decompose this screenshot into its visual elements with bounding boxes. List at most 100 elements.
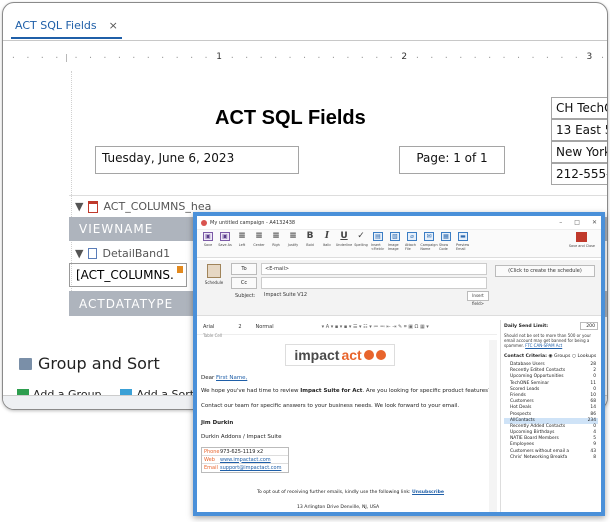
optout-line: To opt out of receiving further emails, … xyxy=(257,490,444,495)
contact-group-count: 8 xyxy=(593,454,596,460)
contact-group-list: Database Users 28 Recently Edited Contacts… xyxy=(504,362,598,461)
email-link[interactable]: support@impactact.com xyxy=(220,465,281,471)
schedule-label: Schedule xyxy=(204,280,224,285)
close-button[interactable]: ✕ xyxy=(592,219,597,226)
code-icon: ▦ xyxy=(441,232,451,241)
document-tab-title: ACT SQL Fields xyxy=(15,18,97,32)
insert-field-button[interactable]: ▤ Insert <Field> xyxy=(371,232,385,251)
spelling-icon: ✓ xyxy=(357,231,365,241)
create-schedule-button[interactable]: (Click to create the schedule) xyxy=(495,265,595,277)
page-number-field[interactable]: Page: 1 of 1 xyxy=(399,146,505,174)
font-size-select[interactable]: 2 xyxy=(238,324,241,330)
band-label: DetailBand1 xyxy=(102,246,171,260)
campaign-name-button[interactable]: ✉ Campaign Name xyxy=(420,232,438,251)
align-right-button[interactable]: ≡ Righ xyxy=(269,232,283,248)
website-link[interactable]: www.impactact.com xyxy=(220,457,271,463)
lookups-radio[interactable]: ○ Lookups xyxy=(572,354,596,359)
address-line[interactable]: CH TechOl xyxy=(551,97,607,119)
daily-limit-row: Daily Send Limit: 200 xyxy=(504,322,598,330)
address-line[interactable]: New York, xyxy=(551,141,607,163)
insert-field-label: Insert <Field> xyxy=(371,243,385,251)
smart-tag-icon[interactable] xyxy=(177,266,183,273)
limit-note: Should not be set to more than 500 or yo… xyxy=(504,333,598,348)
calendar-icon xyxy=(207,264,221,278)
underline-button[interactable]: U Underline xyxy=(335,232,353,248)
data-field-cell[interactable]: [ACT_COLUMNS. xyxy=(69,263,187,287)
attach-label: Attach File xyxy=(405,243,417,251)
para1-text-end: . Are you looking for specific product f… xyxy=(362,388,491,394)
daily-limit-input[interactable]: 200 xyxy=(580,322,598,330)
para1-product: Impact Suite for Act xyxy=(300,388,363,394)
can-spam-link[interactable]: FTC CAN-SPAM Act xyxy=(525,343,562,348)
schedule-button[interactable]: Schedule xyxy=(203,264,225,292)
email-campaign-window: My untitled campaign - A4132438 – □ ✕ ▣ S… xyxy=(193,212,605,516)
font-select[interactable]: Arial xyxy=(203,324,214,330)
to-field[interactable]: <E-mail> xyxy=(261,263,487,275)
collapse-icon[interactable]: ▼ xyxy=(75,247,83,260)
cc-field[interactable] xyxy=(261,277,487,289)
email-body-editor[interactable]: impact act Dear First Name, We hope you'… xyxy=(197,340,497,512)
align-left-label: Left xyxy=(238,243,246,247)
impactact-logo: impact act xyxy=(285,344,395,366)
preview-email-button[interactable]: ▬ Preview Email xyxy=(456,232,470,251)
subject-field[interactable]: Impact Suite V12 xyxy=(261,290,465,302)
minimize-button[interactable]: – xyxy=(559,219,562,226)
group-sort-title: Group and Sort xyxy=(19,354,160,373)
cc-button[interactable]: Cc xyxy=(231,277,257,289)
show-code-button[interactable]: ▦ Show Code xyxy=(439,232,453,251)
save-and-close-button[interactable]: Save and Close xyxy=(569,232,595,248)
insert-field-dropdown[interactable]: Insert field> xyxy=(467,291,489,306)
signature-row: Phone 973-625-1119 x2 xyxy=(202,448,288,456)
band-icon xyxy=(88,247,98,259)
align-center-button[interactable]: ≡ Center xyxy=(252,232,266,248)
maximize-button[interactable]: □ xyxy=(574,219,580,226)
collapse-icon[interactable]: ▼ xyxy=(75,200,83,213)
address-line[interactable]: 212-555-2 xyxy=(551,163,607,185)
close-icon[interactable]: × xyxy=(109,19,118,32)
table-cell-menu[interactable]: Table Cell xyxy=(203,333,222,338)
save-as-button[interactable]: ▣ Save As xyxy=(218,232,232,247)
email-window-title: My untitled campaign - A4132438 xyxy=(210,219,296,226)
logo-rocket-icon xyxy=(375,350,386,360)
align-left-icon: ≡ xyxy=(238,231,246,241)
image-icon: ▧ xyxy=(390,232,400,241)
address-line[interactable]: 13 East 54 xyxy=(551,119,607,141)
first-name-field[interactable]: First Name, xyxy=(216,375,247,381)
document-tab[interactable]: ACT SQL Fields × xyxy=(11,13,122,39)
paragraph-1: We hope you've had time to review Impact… xyxy=(201,388,491,394)
contact-group-item[interactable]: Chris' Networking Breakfa 8 xyxy=(504,455,598,461)
signature-key: Email xyxy=(204,465,218,471)
group-sort-label: Group and Sort xyxy=(38,354,160,373)
save-close-icon xyxy=(576,232,588,242)
save-button[interactable]: ▣ Save xyxy=(201,232,215,247)
unsubscribe-link[interactable]: Unsubscribe xyxy=(412,490,444,495)
underline-label: Underline xyxy=(335,243,353,247)
email-body-scrollbar[interactable] xyxy=(489,340,497,512)
groups-radio[interactable]: ◉ Groups xyxy=(549,354,571,359)
bold-icon: B xyxy=(306,231,314,241)
date-field[interactable]: Tuesday, June 6, 2023 xyxy=(95,146,299,174)
preview-label: Preview Email xyxy=(456,243,470,251)
save-as-icon: ▣ xyxy=(220,232,230,241)
align-left-button[interactable]: ≡ Left xyxy=(235,231,249,248)
justify-button[interactable]: ≡ Justify xyxy=(286,231,300,248)
email-ribbon: ▣ Save ▣ Save As ≡ Left ≡ Center ≡ Righ ≡ Just… xyxy=(197,230,601,258)
image-button[interactable]: ▧ Image Image xyxy=(388,232,402,251)
report-title[interactable]: ACT SQL Fields xyxy=(215,107,366,130)
bold-label: Bold xyxy=(306,243,314,247)
preview-icon: ▬ xyxy=(458,232,468,241)
optout-text: To opt out of receiving further emails, … xyxy=(257,490,411,495)
subject-label: Subject: xyxy=(235,293,256,299)
to-button[interactable]: To xyxy=(231,263,257,275)
groups-radio-label: Groups xyxy=(554,354,571,359)
criteria-label: Contact Criteria: xyxy=(504,354,547,359)
tab-divider xyxy=(3,40,607,41)
italic-button[interactable]: I Italic xyxy=(320,232,334,248)
bold-button[interactable]: B Bold xyxy=(303,231,317,248)
attach-file-button[interactable]: ⌀ Attach File xyxy=(405,232,419,251)
justify-icon: ≡ xyxy=(289,231,297,241)
justify-label: Justify xyxy=(287,243,299,247)
style-select[interactable]: Normal xyxy=(256,324,274,330)
spelling-button[interactable]: ✓ Spelling xyxy=(354,231,368,248)
format-tools-icons[interactable]: ▾ A ▾ ▪ ▾ ▪ ▾ ☰ ▾ ☷ ▾ ≔ ≕ ⇤ ⇥ ✎ ⌗ ▣ Ω ▦ … xyxy=(322,324,429,330)
